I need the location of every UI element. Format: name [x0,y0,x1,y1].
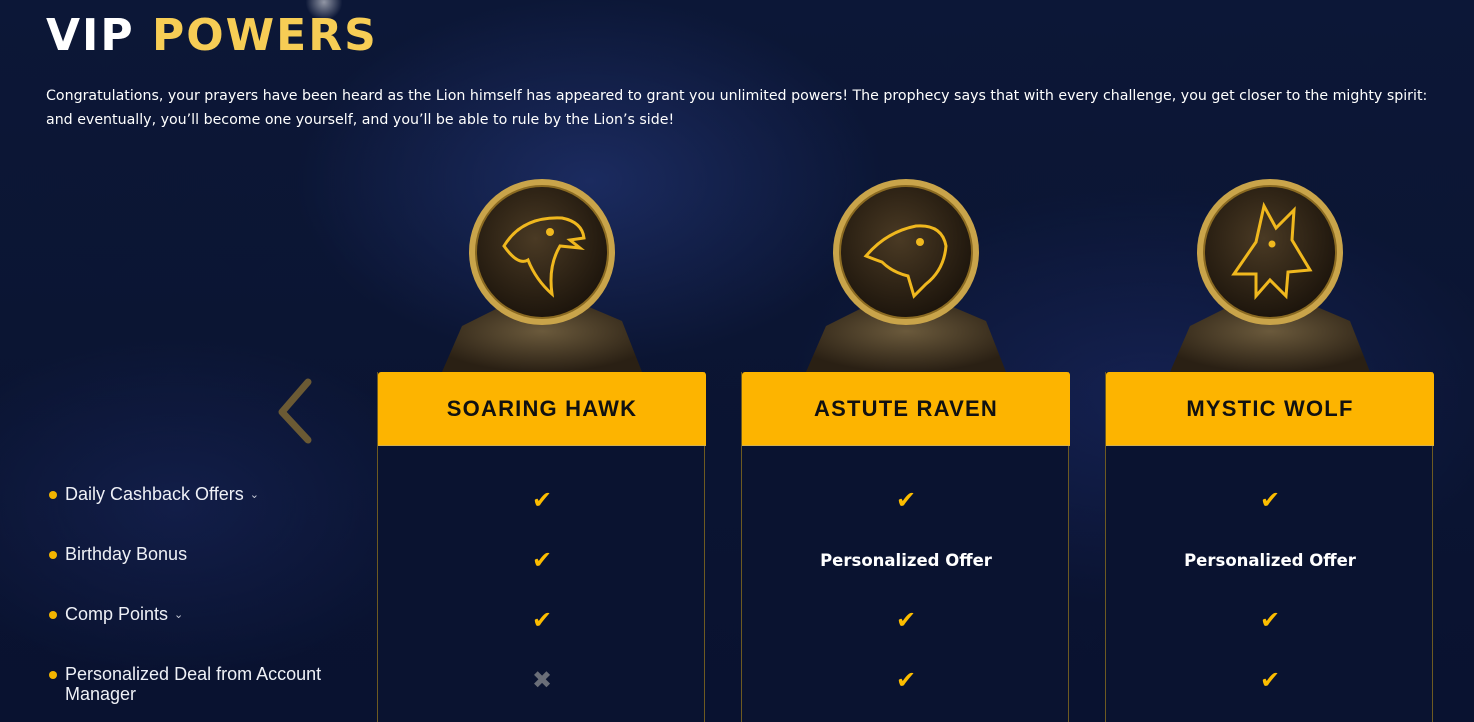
tier-card: ASTUTE RAVEN ✔ Personalized Offer ✔ ✔ [741,372,1070,722]
tier-cell: Personalized Offer [742,540,1070,580]
tier-cell: ✔ [742,480,1070,520]
feature-item: Birthday Bonus [48,544,348,564]
check-icon: ✔ [895,606,917,634]
tier-cell: ✔ [378,480,706,520]
check-icon: ✔ [531,486,553,514]
feature-item[interactable]: Comp Points ⌄ [48,604,348,625]
check-icon: ✔ [531,546,553,574]
tier-name: ASTUTE RAVEN [814,395,998,421]
tier-name: MYSTIC WOLF [1186,395,1354,421]
page-title-part2: POWERS [152,10,378,61]
tier-header: SOARING HAWK [378,372,706,446]
tier-cell: ✔ [1106,660,1434,700]
raven-medal-icon [806,179,1006,372]
bullet-dot [49,611,57,619]
tier-card: MYSTIC WOLF ✔ Personalized Offer ✔ ✔ [1105,372,1434,722]
bullet-dot [49,671,57,679]
tier-column-hawk: SOARING HAWK ✔ ✔ ✔ ✖ [377,0,707,722]
tier-name: SOARING HAWK [446,395,638,421]
prev-slide-button[interactable] [270,376,320,446]
bullet-dot [49,551,57,559]
tier-cell: ✔ [1106,480,1434,520]
tier-cell: ✔ [1106,600,1434,640]
feature-item: Personalized Deal from Account Manager [48,664,348,704]
cross-icon: ✖ [531,666,553,694]
tier-cell: ✔ [742,600,1070,640]
tier-card: SOARING HAWK ✔ ✔ ✔ ✖ [377,372,706,722]
tier-cell: ✔ [378,540,706,580]
check-icon: ✔ [1259,606,1281,634]
feature-label: Comp Points [65,604,169,624]
chevron-left-icon [278,378,312,444]
personalized-offer-text: Personalized Offer [1184,550,1356,570]
check-icon: ✔ [895,486,917,514]
bullet-dot [49,491,57,499]
tier-column-raven: ASTUTE RAVEN ✔ Personalized Offer ✔ ✔ [741,0,1071,722]
page-title: VIP POWERS [46,10,378,62]
tier-cell: ✔ [742,660,1070,700]
chevron-down-icon[interactable]: ⌄ [174,605,183,625]
feature-item[interactable]: Daily Cashback Offers ⌄ [48,484,348,505]
check-icon: ✔ [1259,666,1281,694]
page-title-part1: VIP [46,10,135,61]
check-icon: ✔ [531,606,553,634]
check-icon: ✔ [1259,486,1281,514]
tier-header: MYSTIC WOLF [1106,372,1434,446]
wolf-medal-icon [1170,179,1370,372]
check-icon: ✔ [895,666,917,694]
feature-label: Birthday Bonus [65,544,188,564]
tier-column-wolf: MYSTIC WOLF ✔ Personalized Offer ✔ ✔ [1105,0,1435,722]
chevron-down-icon[interactable]: ⌄ [250,485,259,505]
personalized-offer-text: Personalized Offer [820,550,992,570]
feature-label: Daily Cashback Offers [65,484,244,504]
feature-label: Personalized Deal from Account Manager [65,664,322,704]
hawk-medal-icon [442,179,642,372]
tier-cell: Personalized Offer [1106,540,1434,580]
tier-header: ASTUTE RAVEN [742,372,1070,446]
tier-cell: ✔ [378,600,706,640]
tier-cell: ✖ [378,660,706,700]
